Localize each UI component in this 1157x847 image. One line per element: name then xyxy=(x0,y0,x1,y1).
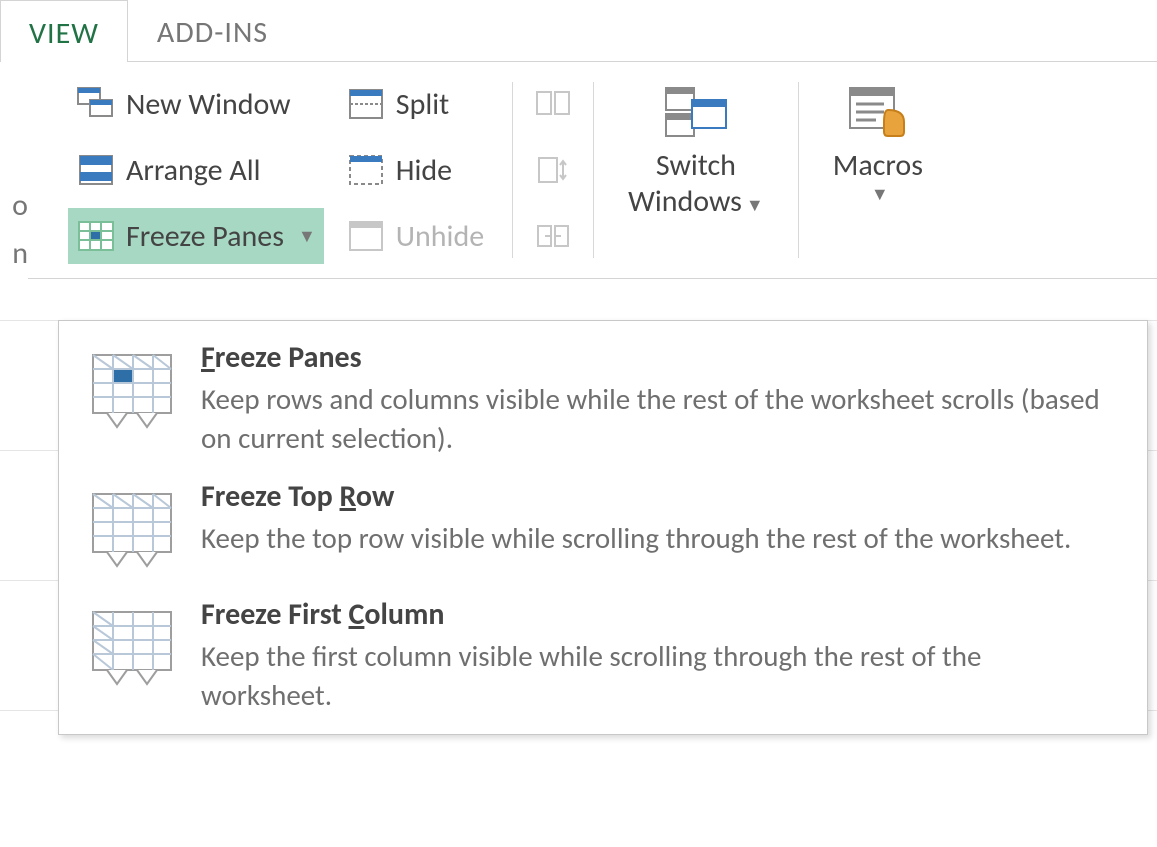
hide-button[interactable]: Hide xyxy=(338,142,492,198)
freeze-first-column-large-icon xyxy=(87,604,177,694)
cutoff-left-group-label: o n xyxy=(0,62,28,279)
macros-icon xyxy=(844,82,912,142)
switch-windows-icon xyxy=(662,82,730,142)
reset-window-icon xyxy=(535,218,571,254)
side-by-side-icon xyxy=(535,86,571,122)
switch-windows-label-1: Switch xyxy=(628,148,764,184)
arrange-all-button[interactable]: Arrange All xyxy=(68,142,324,198)
separator xyxy=(512,82,513,258)
chevron-down-icon: ▼ xyxy=(298,225,316,247)
new-window-icon xyxy=(76,84,116,124)
menu-item-freeze-top-row[interactable]: Freeze Top Row Keep the top row visible … xyxy=(59,468,1147,586)
switch-windows-label-2: Windows xyxy=(628,183,742,220)
menu-item-title: Freeze Top Row xyxy=(201,478,1119,515)
freeze-panes-dropdown[interactable]: Freeze Panes ▼ xyxy=(68,208,324,264)
tab-view[interactable]: VIEW xyxy=(0,0,128,62)
tab-addins[interactable]: ADD-INS xyxy=(128,0,297,61)
switch-windows-dropdown[interactable]: Switch Windows▼ xyxy=(614,76,778,226)
menu-item-title: Freeze First Column xyxy=(201,596,1119,633)
menu-item-title: Freeze Panes xyxy=(201,339,1119,376)
arrange-all-icon xyxy=(76,150,116,190)
menu-item-freeze-panes[interactable]: Freeze Panes Keep rows and columns visib… xyxy=(59,329,1147,468)
chevron-down-icon: ▼ xyxy=(837,184,923,206)
freeze-panes-icon xyxy=(76,216,116,256)
separator xyxy=(798,82,799,258)
sync-scroll-icon xyxy=(535,152,571,188)
macros-dropdown[interactable]: Macros ▼ xyxy=(819,76,937,212)
view-side-by-side-button xyxy=(533,76,573,132)
split-icon xyxy=(346,84,386,124)
menu-item-desc: Keep the first column visible while scro… xyxy=(201,637,1119,715)
arrange-all-label: Arrange All xyxy=(126,152,261,189)
ribbon-window-group: New Window Arrange All xyxy=(28,62,1157,279)
reset-window-position-button xyxy=(533,208,573,264)
menu-item-freeze-first-column[interactable]: Freeze First Column Keep the first colum… xyxy=(59,586,1147,725)
freeze-top-row-large-icon xyxy=(87,486,177,576)
unhide-button: Unhide xyxy=(338,208,492,264)
chevron-down-icon: ▼ xyxy=(746,194,764,216)
menu-item-desc: Keep rows and columns visible while the … xyxy=(201,380,1119,458)
unhide-icon xyxy=(346,216,386,256)
hide-icon xyxy=(346,150,386,190)
split-button[interactable]: Split xyxy=(338,76,492,132)
freeze-panes-menu: Freeze Panes Keep rows and columns visib… xyxy=(58,320,1148,735)
freeze-panes-large-icon xyxy=(87,347,177,437)
separator xyxy=(593,82,594,258)
split-label: Split xyxy=(396,86,449,123)
freeze-panes-label: Freeze Panes xyxy=(126,218,284,255)
hide-label: Hide xyxy=(396,152,452,189)
unhide-label: Unhide xyxy=(396,218,484,255)
menu-item-desc: Keep the top row visible while scrolling… xyxy=(201,519,1119,558)
new-window-button[interactable]: New Window xyxy=(68,76,324,132)
new-window-label: New Window xyxy=(126,86,291,123)
macros-label: Macros xyxy=(833,148,923,184)
synchronous-scrolling-button xyxy=(533,142,573,198)
ribbon-tabs: VIEW ADD-INS xyxy=(0,0,1157,62)
